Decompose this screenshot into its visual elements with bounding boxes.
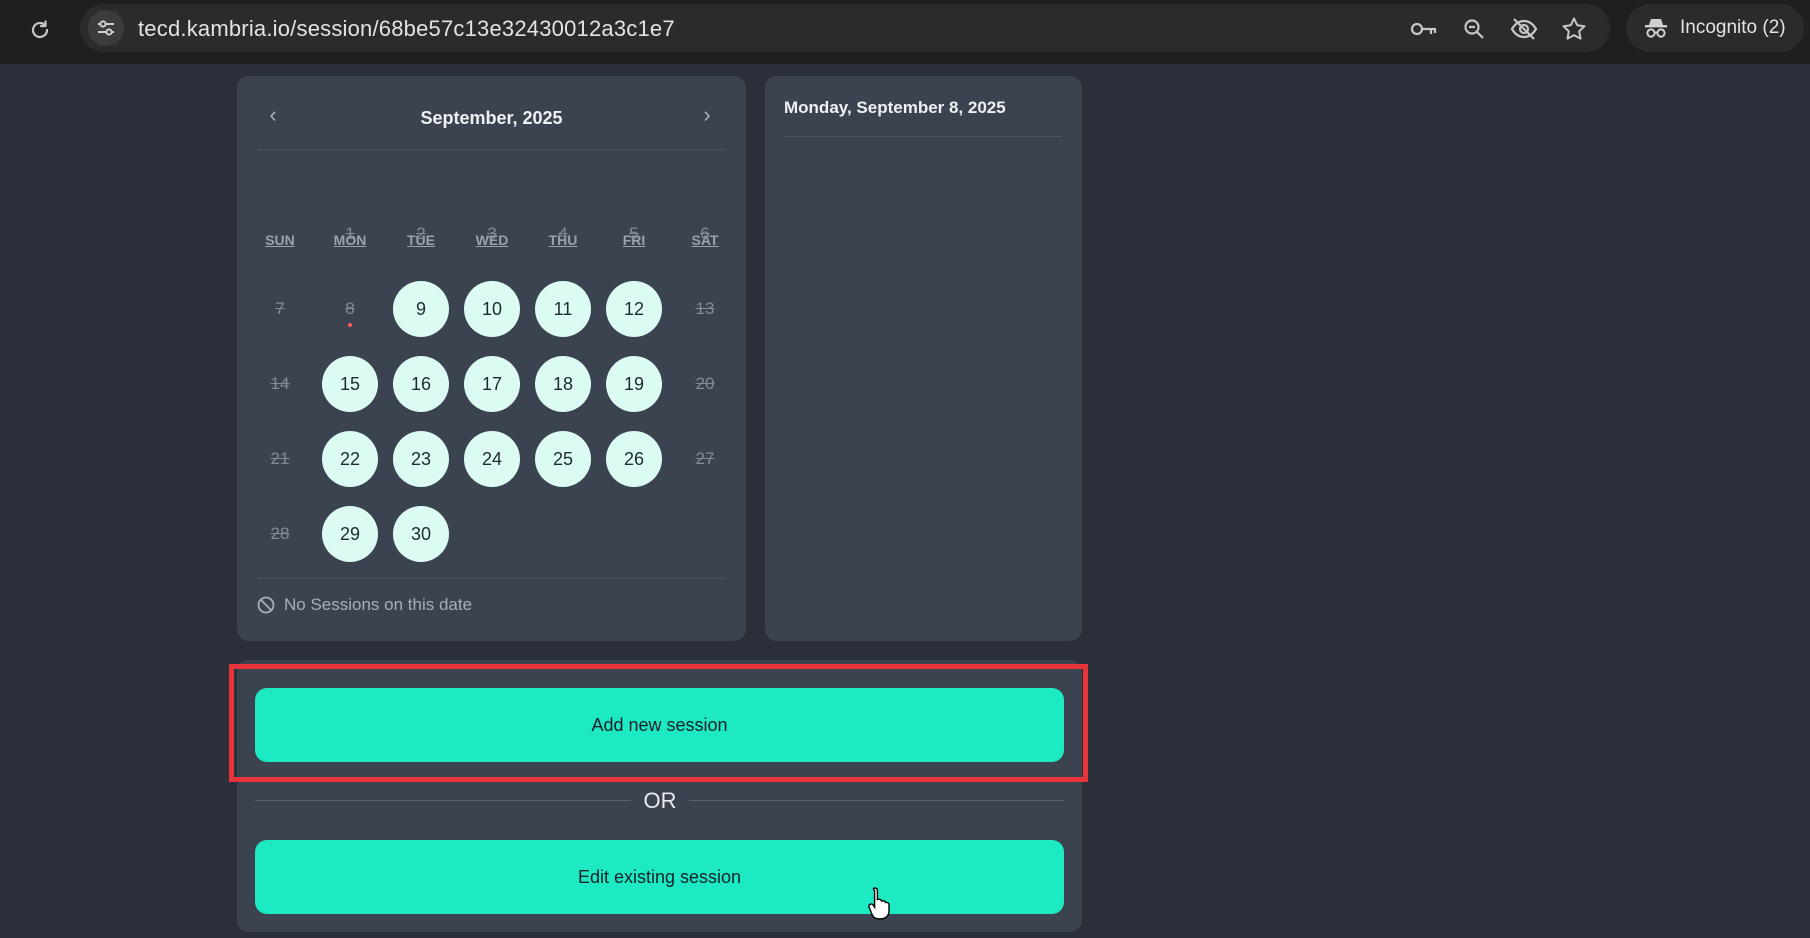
selected-date-divider (784, 136, 1063, 137)
calendar-day-available[interactable]: 15 (322, 356, 378, 412)
calendar-day-available[interactable]: 30 (393, 506, 449, 562)
incognito-indicator[interactable]: Incognito (2) (1626, 4, 1804, 52)
incognito-icon (1645, 19, 1667, 38)
edit-existing-session-button[interactable]: Edit existing session (255, 840, 1064, 914)
hand-cursor-icon (868, 886, 892, 925)
calendar-card: ‹ September, 2025 › SUN MON TUE WED THU … (237, 76, 746, 641)
calendar-day-unavailable: 7 (275, 299, 285, 318)
or-line-left (255, 800, 631, 801)
calendar-day-available[interactable]: 26 (606, 431, 662, 487)
calendar-day-unavailable: 4 (558, 224, 568, 243)
calendar-day-unavailable: 2 (416, 224, 426, 243)
no-sessions-text: No Sessions on this date (284, 595, 473, 614)
calendar-day-unavailable: 28 (270, 524, 290, 543)
calendar-day-available[interactable]: 17 (464, 356, 520, 412)
calendar-day-available[interactable]: 19 (606, 356, 662, 412)
add-new-session-button[interactable]: Add new session (255, 688, 1064, 762)
or-label: OR (643, 788, 677, 813)
calendar-footer-divider (257, 578, 726, 579)
calendar-day-available[interactable]: 16 (393, 356, 449, 412)
calendar-day-available[interactable]: 9 (393, 281, 449, 337)
calendar-day-available[interactable]: 10 (464, 281, 520, 337)
calendar-day-available[interactable]: 18 (535, 356, 591, 412)
site-settings-icon[interactable] (88, 10, 124, 46)
calendar-day-available[interactable]: 23 (393, 431, 449, 487)
calendar-day-today: 8 (322, 281, 378, 337)
calendar-day-available[interactable]: 22 (322, 431, 378, 487)
address-bar[interactable]: tecd.kambria.io/session/68be57c13e324300… (80, 4, 1610, 52)
calendar-day-unavailable: 21 (270, 449, 290, 468)
calendar-day-unavailable: 5 (629, 224, 639, 243)
reload-icon[interactable] (24, 14, 56, 46)
calendar-day-available[interactable]: 12 (606, 281, 662, 337)
zoom-icon[interactable] (1460, 16, 1488, 42)
calendar-day-unavailable: 27 (695, 449, 715, 468)
calendar-day-grid: 1 2 3 4 5 6 7 8 9 10 11 12 13 14 15 16 17 18 19 20 21 22 23 24 2… (237, 76, 746, 636)
calendar-day-available[interactable]: 24 (464, 431, 520, 487)
or-divider: OR (255, 788, 1064, 813)
selected-date-panel: Monday, September 8, 2025 (765, 76, 1082, 641)
url-text[interactable]: tecd.kambria.io/session/68be57c13e324300… (138, 16, 675, 42)
calendar-day-unavailable: 1 (345, 224, 355, 243)
browser-toolbar: tecd.kambria.io/session/68be57c13e324300… (0, 0, 1810, 64)
blocked-icon (257, 596, 275, 614)
selected-date-title: Monday, September 8, 2025 (784, 98, 1006, 117)
or-line-right (689, 800, 1064, 801)
eye-off-icon[interactable] (1510, 16, 1538, 42)
no-sessions-note: No Sessions on this date (257, 595, 472, 615)
incognito-label: Incognito (2) (1680, 17, 1786, 38)
calendar-day-available[interactable]: 25 (535, 431, 591, 487)
calendar-day-unavailable: 3 (487, 224, 497, 243)
password-key-icon[interactable] (1410, 16, 1438, 42)
calendar-day-unavailable: 6 (700, 224, 710, 243)
today-dot-icon (348, 323, 352, 327)
bookmark-star-icon[interactable] (1560, 16, 1588, 42)
calendar-day-unavailable: 14 (270, 374, 290, 393)
calendar-day-unavailable: 20 (695, 374, 715, 393)
calendar-day-unavailable: 13 (695, 299, 715, 318)
calendar-day-available[interactable]: 29 (322, 506, 378, 562)
calendar-day-available[interactable]: 11 (535, 281, 591, 337)
